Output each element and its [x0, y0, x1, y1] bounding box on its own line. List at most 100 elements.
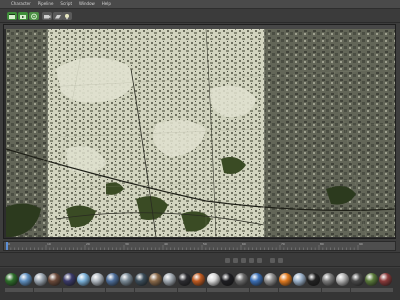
material-swatch[interactable]: [77, 273, 91, 295]
material-name-label: [5, 288, 19, 292]
material-preview-ball: [336, 273, 350, 286]
material-name-label: [206, 288, 221, 292]
material-name-label: [336, 288, 351, 292]
material-swatch[interactable]: [48, 273, 63, 295]
tick-label: 10: [47, 242, 51, 246]
material-name-label: [33, 288, 48, 292]
material-swatch[interactable]: [33, 273, 48, 295]
menu-item-help[interactable]: Help: [102, 1, 111, 7]
material-swatch[interactable]: [249, 273, 264, 295]
tick-label: 70: [281, 242, 285, 246]
material-preview-ball: [321, 273, 335, 286]
timeline[interactable]: 0 10 20 30 40 50 60 70 80 90: [3, 241, 396, 251]
material-preview-ball: [221, 273, 234, 286]
material-preview-ball: [5, 273, 18, 286]
material-preview-ball: [278, 273, 292, 286]
city-render: [6, 29, 395, 237]
material-swatch[interactable]: [321, 273, 336, 295]
material-swatch[interactable]: [379, 273, 394, 295]
tick-label: 20: [86, 242, 90, 246]
material-swatch[interactable]: [350, 273, 365, 295]
material-swatch[interactable]: [264, 273, 279, 295]
material-swatch[interactable]: [120, 273, 135, 295]
material-preview-ball: [134, 273, 148, 286]
render-picture-viewer-button[interactable]: [18, 12, 28, 20]
material-swatch[interactable]: [192, 273, 207, 295]
material-name-label: [365, 288, 379, 292]
material-name-label: [321, 288, 336, 292]
autokey-button[interactable]: [278, 258, 283, 263]
go-to-end-button[interactable]: [257, 258, 262, 263]
menu-item-window[interactable]: Window: [79, 1, 95, 7]
material-preview-ball: [163, 273, 177, 286]
tick-label: 90: [359, 242, 363, 246]
material-preview-ball: [48, 273, 62, 286]
material-preview-ball: [365, 273, 378, 286]
material-swatch[interactable]: [149, 273, 163, 295]
play-button[interactable]: [241, 258, 246, 263]
material-preview-ball: [350, 273, 364, 286]
material-swatch[interactable]: [91, 273, 106, 295]
tick-label: 60: [242, 242, 246, 246]
material-preview-ball: [177, 273, 191, 286]
light-bulb-icon: [65, 13, 69, 19]
render-settings-button[interactable]: [29, 12, 39, 20]
clapper-icon: [9, 13, 15, 19]
material-preview-ball: [235, 273, 249, 286]
material-name-label: [19, 288, 34, 292]
light-button[interactable]: [62, 12, 72, 20]
material-name-label: [177, 288, 192, 292]
material-manager: [0, 268, 400, 300]
material-preview-ball: [206, 273, 220, 286]
menu-item-script[interactable]: Script: [60, 1, 72, 7]
next-frame-button[interactable]: [249, 258, 254, 263]
material-swatch[interactable]: [365, 273, 379, 295]
camera-button[interactable]: [42, 12, 52, 20]
material-preview-ball: [91, 273, 105, 286]
material-swatch[interactable]: [134, 273, 149, 295]
material-swatch[interactable]: [19, 273, 34, 295]
material-name-label: [105, 288, 120, 292]
clapper-play-icon: [20, 14, 26, 19]
render-view-button[interactable]: [7, 12, 17, 20]
material-swatch[interactable]: [221, 273, 235, 295]
timeline-ruler: [6, 242, 359, 250]
camera-icon: [44, 14, 51, 18]
material-name-label: [62, 288, 77, 292]
material-swatch[interactable]: [62, 273, 77, 295]
material-swatch[interactable]: [336, 273, 351, 295]
previous-frame-button[interactable]: [233, 258, 238, 263]
material-swatch[interactable]: [105, 273, 120, 295]
material-swatch[interactable]: [307, 273, 322, 295]
material-name-label: [379, 288, 394, 292]
material-swatch[interactable]: [5, 273, 19, 295]
material-swatch[interactable]: [163, 273, 178, 295]
material-name-label: [163, 288, 178, 292]
tick-label: 30: [125, 242, 129, 246]
toolbar: [0, 9, 400, 23]
material-name-label: [77, 288, 91, 292]
material-preview-ball: [192, 273, 206, 286]
record-button[interactable]: [270, 258, 275, 263]
material-swatch[interactable]: [293, 273, 307, 295]
material-name-label: [134, 288, 149, 292]
go-to-start-button[interactable]: [225, 258, 230, 263]
material-preview-ball: [33, 273, 47, 286]
material-swatch[interactable]: [235, 273, 250, 295]
material-preview-ball: [77, 273, 90, 286]
material-swatch[interactable]: [177, 273, 192, 295]
material-name-label: [350, 288, 365, 292]
material-name-label: [120, 288, 135, 292]
material-swatch[interactable]: [206, 273, 221, 295]
material-swatch[interactable]: [278, 273, 293, 295]
material-preview-ball: [293, 273, 306, 286]
menu-item-pipeline[interactable]: Pipeline: [38, 1, 54, 7]
menu-item-character[interactable]: Character: [11, 1, 31, 7]
viewport[interactable]: [6, 29, 395, 237]
tick-label: 80: [320, 242, 324, 246]
tick-label: 0: [8, 242, 10, 246]
material-preview-ball: [62, 273, 76, 286]
material-name-label: [192, 288, 207, 292]
material-name-label: [264, 288, 279, 292]
material-name-label: [307, 288, 322, 292]
